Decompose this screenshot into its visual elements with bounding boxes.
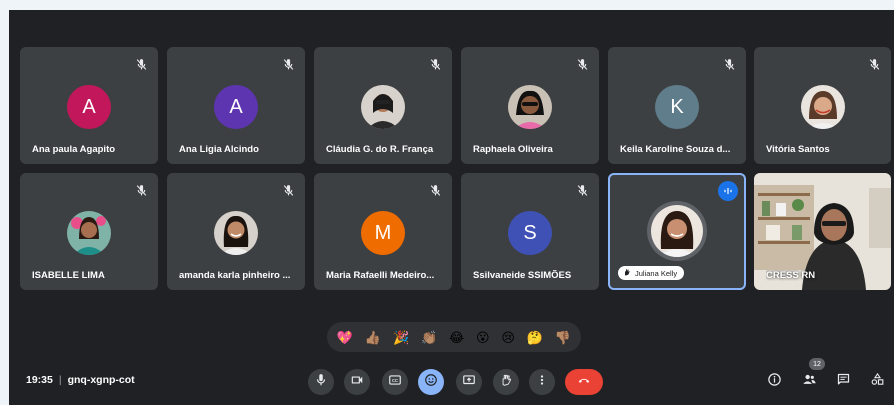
reaction-laugh[interactable]: 😂 — [449, 331, 464, 344]
reaction-thumbs-up[interactable]: 👍🏽 — [365, 331, 381, 344]
svg-text:CC: CC — [392, 378, 398, 383]
hand-icon — [623, 268, 631, 278]
meeting-window: A Ana paula Agapito A Ana Ligia Alcindo … — [9, 10, 894, 405]
reaction-thumbs-down[interactable]: 👎🏽 — [555, 331, 571, 344]
participant-name: Ana paula Agapito — [32, 144, 116, 155]
avatar: A — [67, 85, 111, 129]
participant-tile[interactable]: A Ana paula Agapito — [20, 47, 158, 164]
captions-icon: CC — [388, 373, 402, 392]
reaction-surprised[interactable]: 😮 — [476, 331, 490, 344]
mic-off-icon — [314, 373, 328, 392]
meeting-info: 19:35 | gnq-xgnp-cot — [26, 374, 135, 386]
meeting-details-button[interactable] — [763, 371, 785, 393]
participant-name: Raphaela Oliveira — [473, 144, 553, 155]
participant-tile[interactable]: A Ana Ligia Alcindo — [167, 47, 305, 164]
avatar: A — [214, 85, 258, 129]
leave-call-button[interactable] — [565, 369, 603, 395]
raise-hand-icon — [499, 373, 513, 392]
participant-name: ISABELLE LIMA — [32, 270, 105, 281]
mic-muted-icon — [573, 181, 591, 199]
avatar: K — [655, 85, 699, 129]
reaction-party[interactable]: 🎉 — [393, 331, 409, 344]
video-tile[interactable]: CRESS RN — [754, 173, 891, 290]
mic-muted-icon — [132, 55, 150, 73]
participant-name: Maria Rafaelli Medeiro... — [326, 270, 435, 281]
reaction-clap[interactable]: 👏🏽 — [421, 331, 437, 344]
participant-tile[interactable]: ISABELLE LIMA — [20, 173, 158, 290]
mic-muted-icon — [426, 55, 444, 73]
profile-photo — [651, 205, 703, 257]
camera-off-icon — [350, 373, 364, 392]
activities-icon — [870, 372, 885, 392]
present-now-button[interactable] — [456, 369, 482, 395]
participant-tile[interactable]: Raphaela Oliveira — [461, 47, 599, 164]
chat-button[interactable] — [832, 371, 854, 393]
people-count-badge: 12 — [809, 358, 825, 370]
mic-muted-icon — [865, 55, 883, 73]
info-icon — [767, 372, 782, 392]
reactions-bar: 💖 👍🏽 🎉 👏🏽 😂 😮 😢 🤔 👎🏽 — [327, 322, 581, 352]
mic-muted-icon — [426, 181, 444, 199]
profile-photo — [214, 211, 258, 255]
participant-name: Ssilvaneide SSIMÕES — [473, 270, 572, 281]
mic-muted-icon — [279, 181, 297, 199]
captions-button[interactable]: CC — [382, 369, 408, 395]
profile-photo — [508, 85, 552, 129]
emoji-reactions-button[interactable] — [418, 369, 444, 395]
participant-name: Cláudia G. do R. França — [326, 144, 434, 155]
participant-tile[interactable]: S Ssilvaneide SSIMÕES — [461, 173, 599, 290]
hang-up-icon — [577, 373, 591, 392]
separator: | — [58, 374, 62, 386]
participant-name: Ana Ligia Alcindo — [179, 144, 259, 155]
participant-tile[interactable]: M Maria Rafaelli Medeiro... — [314, 173, 452, 290]
participant-name: Keila Karoline Souza d... — [620, 144, 731, 155]
participant-name: Vitória Santos — [766, 144, 830, 155]
participant-tile[interactable]: Vitória Santos — [754, 47, 891, 164]
reaction-heart[interactable]: 💖 — [337, 331, 353, 344]
avatar: S — [508, 211, 552, 255]
participant-name: Juliana Kelly — [635, 268, 678, 278]
participant-name: amanda karla pinheiro ... — [179, 270, 291, 281]
emoji-icon — [424, 373, 438, 392]
present-icon — [462, 373, 476, 392]
participant-tile[interactable]: K Keila Karoline Souza d... — [608, 47, 746, 164]
more-options-icon — [535, 373, 549, 392]
mic-muted-icon — [132, 181, 150, 199]
camera-toggle-button[interactable] — [344, 369, 370, 395]
people-icon — [802, 372, 817, 392]
participant-name: CRESS RN — [766, 270, 816, 281]
clock-time: 19:35 — [26, 374, 53, 386]
people-button[interactable] — [798, 371, 820, 393]
mic-muted-icon — [573, 55, 591, 73]
speaking-indicator-icon — [718, 181, 738, 201]
mic-toggle-button[interactable] — [308, 369, 334, 395]
mic-muted-icon — [720, 55, 738, 73]
meeting-code: gnq-xgnp-cot — [67, 374, 135, 386]
reaction-sad[interactable]: 😢 — [501, 331, 515, 344]
chat-icon — [836, 372, 851, 392]
participant-tile[interactable]: amanda karla pinheiro ... — [167, 173, 305, 290]
more-options-button[interactable] — [529, 369, 555, 395]
avatar: M — [361, 211, 405, 255]
profile-photo — [361, 85, 405, 129]
profile-photo — [67, 211, 111, 255]
active-speaker-tile[interactable]: Juliana Kelly — [608, 173, 746, 290]
participant-name-pill: Juliana Kelly — [618, 266, 685, 280]
reaction-thinking[interactable]: 🤔 — [527, 331, 543, 344]
profile-photo — [800, 85, 845, 129]
activities-button[interactable] — [866, 371, 888, 393]
participant-tile[interactable]: Cláudia G. do R. França — [314, 47, 452, 164]
mic-muted-icon — [279, 55, 297, 73]
raise-hand-button[interactable] — [493, 369, 519, 395]
